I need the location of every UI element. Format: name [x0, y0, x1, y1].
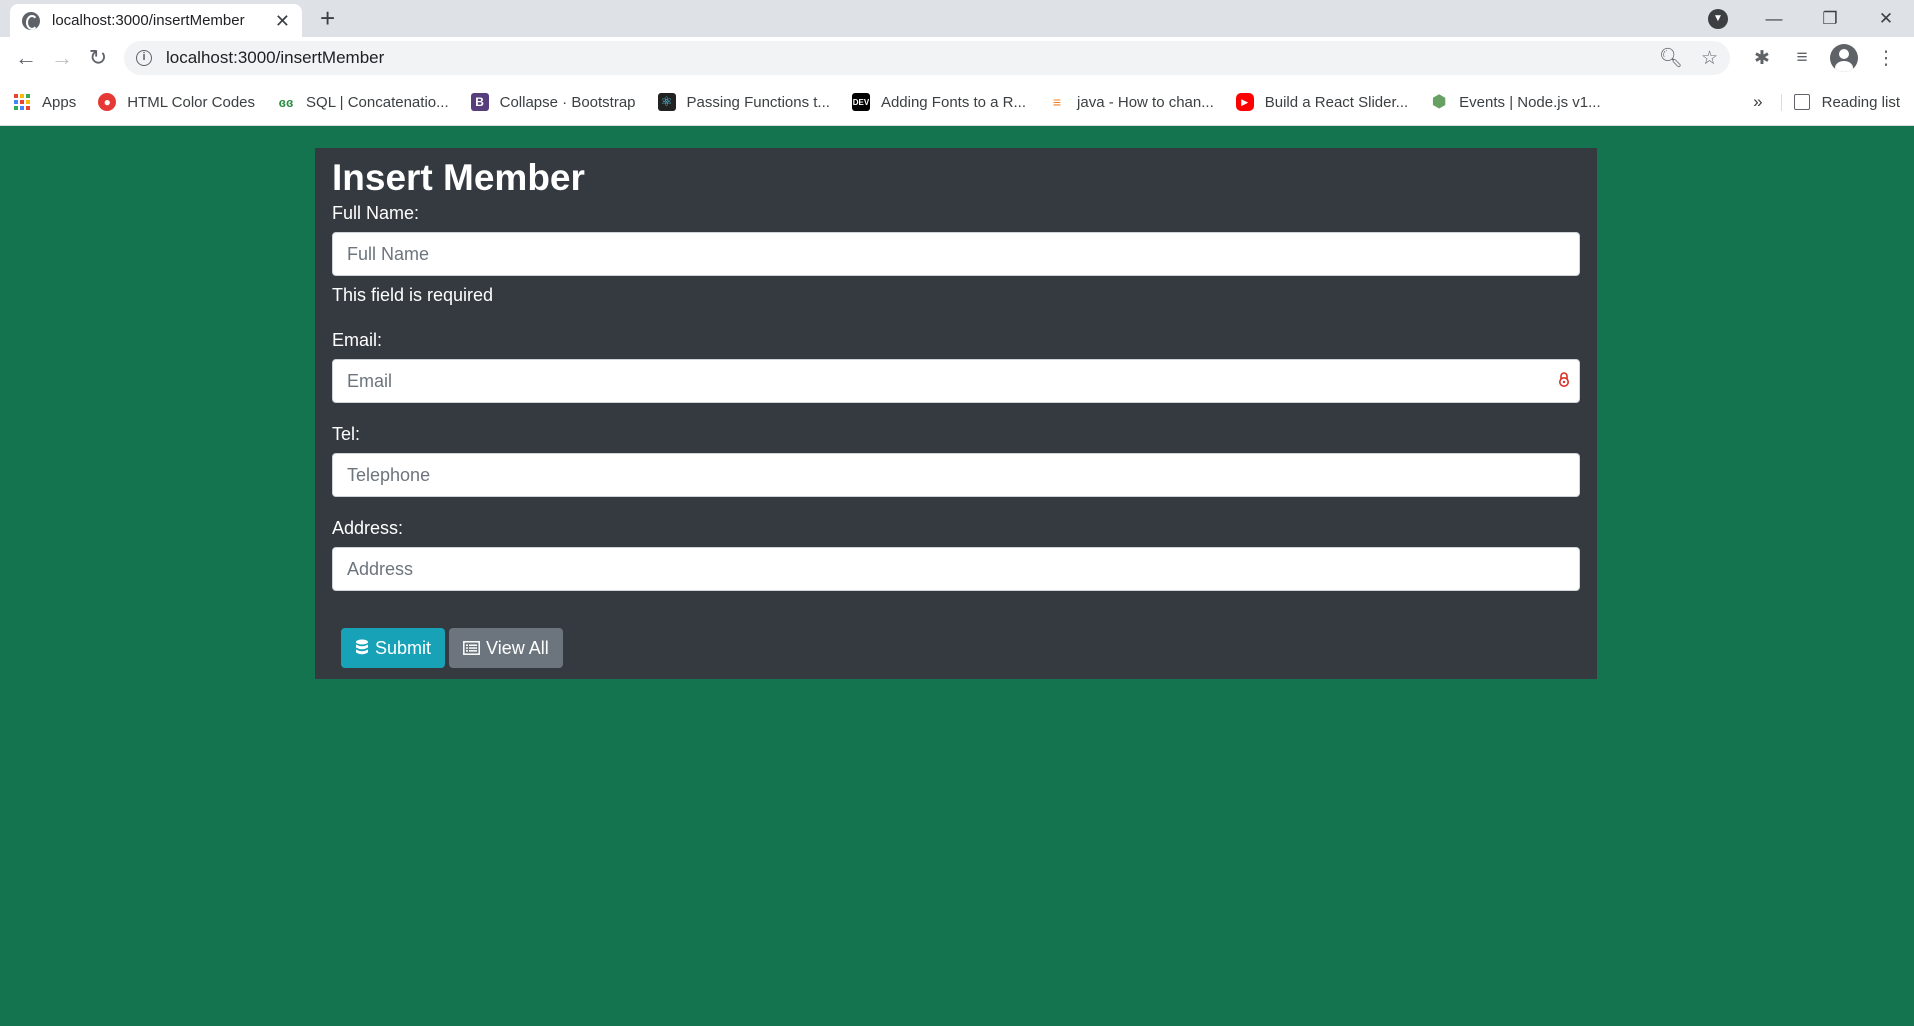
tel-field-wrapper: [332, 453, 1580, 497]
forward-icon[interactable]: →: [44, 40, 80, 76]
bookmark-html-color-codes[interactable]: ● HTML Color Codes: [98, 93, 255, 111]
bookmark-adding-fonts[interactable]: DEV Adding Fonts to a R...: [851, 93, 1027, 111]
address-bar[interactable]: i localhost:3000/insertMember 🔍︎ ☆: [124, 41, 1730, 75]
fullname-error: This field is required: [332, 285, 494, 305]
youtube-icon: ▶: [1235, 93, 1254, 111]
telephone-input[interactable]: [332, 453, 1580, 497]
reading-list-button[interactable]: Reading list: [1780, 93, 1900, 111]
bookmark-label: Passing Functions t...: [686, 93, 830, 111]
address-label: Address:: [332, 518, 404, 538]
color-codes-icon: ●: [98, 93, 117, 111]
back-icon[interactable]: ←: [8, 40, 44, 76]
extensions-icon[interactable]: ✱: [1742, 47, 1782, 70]
form-actions: Submit View All: [341, 628, 567, 668]
zoom-icon[interactable]: 🔍︎: [1659, 46, 1683, 70]
new-tab-button[interactable]: +: [320, 5, 335, 31]
insert-member-form: Insert Member Full Name: This field is r…: [315, 148, 1597, 679]
geeksforgeeks-icon: ɞɞ: [278, 94, 294, 110]
tab-close-icon[interactable]: ✕: [275, 12, 290, 30]
bookmark-label: Apps: [42, 93, 77, 111]
nodejs-icon: ⬢: [1431, 92, 1447, 111]
tab-search-icon[interactable]: ▼: [1708, 8, 1728, 29]
bookmark-label: Adding Fonts to a R...: [880, 93, 1027, 111]
site-info-icon[interactable]: i: [136, 50, 152, 66]
bookmarks-bar: Apps ● HTML Color Codes ɞɞ SQL | Concate…: [0, 79, 1914, 126]
minimize-button[interactable]: —: [1746, 9, 1802, 29]
bookmark-label: Build a React Slider...: [1264, 93, 1409, 111]
dev-icon: DEV: [851, 93, 870, 111]
bookmark-star-icon[interactable]: ☆: [1701, 47, 1718, 70]
view-all-button[interactable]: View All: [449, 628, 563, 668]
bookmark-react-slider[interactable]: ▶ Build a React Slider...: [1235, 93, 1409, 111]
bookmark-label: Events | Node.js v1...: [1459, 93, 1601, 111]
bookmark-label: java - How to chan...: [1077, 93, 1214, 111]
email-field-wrapper: [332, 359, 1580, 403]
bookmark-passing-functions[interactable]: ⚛ Passing Functions t...: [657, 93, 830, 111]
bookmark-label: SQL | Concatenatio...: [306, 93, 449, 111]
menu-kebab-icon[interactable]: ⋮: [1866, 47, 1906, 70]
close-window-button[interactable]: ✕: [1858, 9, 1914, 29]
password-manager-key-icon[interactable]: [1558, 371, 1570, 389]
stackoverflow-icon: ≡: [1052, 94, 1062, 110]
bookmark-label: Collapse · Bootstrap: [499, 93, 636, 111]
browser-tab[interactable]: localhost:3000/insertMember ✕: [10, 4, 302, 37]
view-all-label: View All: [486, 637, 549, 658]
fullname-field-wrapper: [332, 232, 1580, 276]
tel-label: Tel:: [332, 424, 361, 444]
react-icon: ⚛: [657, 93, 676, 111]
bookmark-bootstrap-collapse[interactable]: B Collapse · Bootstrap: [470, 93, 636, 111]
reload-icon[interactable]: ↻: [80, 40, 116, 76]
apps-grid-icon: [14, 94, 30, 110]
fullname-label: Full Name:: [332, 203, 420, 223]
reading-list-label: Reading list: [1821, 93, 1900, 111]
media-control-icon[interactable]: ≡: [1782, 47, 1822, 69]
list-alt-icon: [463, 641, 480, 655]
email-label: Email:: [332, 330, 383, 350]
address-url[interactable]: localhost:3000/insertMember: [166, 48, 1641, 68]
address-field-wrapper: [332, 547, 1580, 591]
submit-button[interactable]: Submit: [341, 628, 446, 668]
more-bookmarks-icon[interactable]: »: [1753, 92, 1762, 112]
tab-strip: localhost:3000/insertMember ✕ + ▼ — ❐ ✕: [0, 0, 1914, 37]
tab-title: localhost:3000/insertMember: [52, 12, 245, 29]
bookmark-nodejs-events[interactable]: ⬢ Events | Node.js v1...: [1430, 92, 1601, 111]
bookmark-label: HTML Color Codes: [127, 93, 256, 111]
globe-icon: [22, 11, 40, 30]
bookmark-sql-concatenation[interactable]: ɞɞ SQL | Concatenatio...: [277, 93, 449, 111]
reading-list-icon: [1793, 94, 1810, 110]
bootstrap-icon: B: [470, 93, 489, 111]
email-input[interactable]: [332, 359, 1580, 403]
browser-toolbar: ← → ↻ i localhost:3000/insertMember 🔍︎ ☆…: [0, 37, 1914, 79]
restore-button[interactable]: ❐: [1802, 9, 1858, 29]
address-input[interactable]: [332, 547, 1580, 591]
bookmark-apps[interactable]: Apps: [14, 94, 76, 111]
submit-label: Submit: [375, 637, 432, 658]
window-controls: ▼ — ❐ ✕: [1708, 0, 1914, 37]
database-icon: [356, 639, 368, 655]
page-title: Insert Member: [332, 157, 585, 198]
profile-avatar-icon[interactable]: [1830, 44, 1858, 72]
bookmark-java-how-to[interactable]: ≡ java - How to chan...: [1048, 93, 1214, 111]
fullname-input[interactable]: [332, 232, 1580, 276]
page-content: Insert Member Full Name: This field is r…: [0, 126, 1914, 1019]
